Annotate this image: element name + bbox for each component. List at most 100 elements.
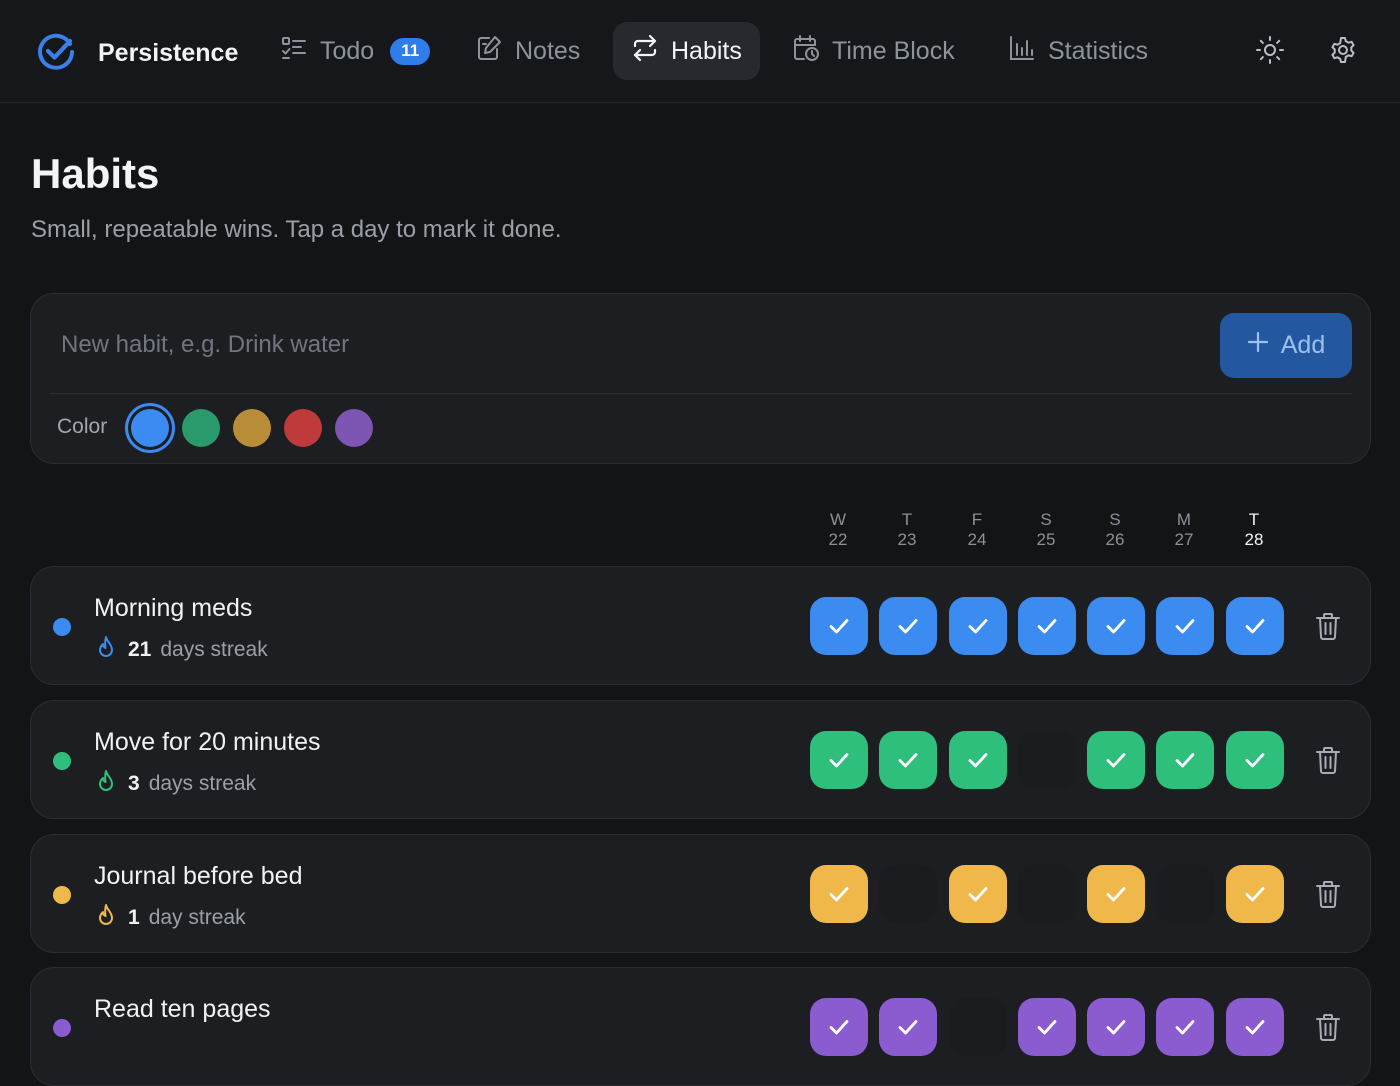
day-column-header: F 24 [948, 510, 1006, 550]
day-checkbox-done[interactable] [810, 865, 868, 923]
nav-statistics[interactable]: Statistics [990, 22, 1166, 80]
add-habit-label: Add [1280, 331, 1326, 359]
delete-habit-button[interactable] [1312, 878, 1344, 910]
day-date: 23 [897, 530, 917, 549]
day-checkbox-done[interactable] [1156, 731, 1214, 789]
day-checkbox-done[interactable] [1087, 597, 1145, 655]
day-checkbox-done[interactable] [879, 731, 937, 789]
day-date: 26 [1105, 530, 1125, 549]
day-date: 27 [1174, 530, 1194, 549]
day-checkbox-empty[interactable] [1156, 865, 1214, 923]
card-divider [49, 393, 1352, 394]
day-checkbox-done[interactable] [1156, 597, 1214, 655]
trash-icon [1314, 879, 1342, 909]
sun-icon [1255, 35, 1285, 70]
nav-habits[interactable]: Habits [613, 22, 760, 80]
day-letter: S [1109, 510, 1121, 529]
day-column-header: T 28 [1225, 510, 1283, 550]
day-checkbox-done[interactable] [810, 731, 868, 789]
check-icon [1103, 613, 1129, 639]
streak-count: 3 [128, 772, 140, 795]
habit-color-dot [53, 618, 71, 636]
nav-todo-label: Todo [320, 36, 375, 65]
habit-name[interactable]: Read ten pages [94, 995, 271, 1024]
flame-icon [95, 635, 117, 665]
check-circle-logo-icon [36, 31, 76, 76]
color-label: Color [57, 415, 108, 438]
check-icon [965, 613, 991, 639]
nav-statistics-label: Statistics [1048, 36, 1149, 65]
day-checkbox-done[interactable] [1087, 865, 1145, 923]
theme-toggle-button[interactable] [1250, 32, 1290, 72]
check-icon [826, 881, 852, 907]
day-column-header: W 22 [809, 510, 867, 550]
list-checks-icon [280, 34, 308, 69]
nav-time-block[interactable]: Time Block [774, 22, 973, 80]
day-letter: S [1040, 510, 1052, 529]
habit-streak: 21 days streak [95, 635, 268, 665]
day-checkbox-empty[interactable] [1018, 865, 1076, 923]
habit-row: Read ten pages [30, 967, 1371, 1086]
habit-name[interactable]: Journal before bed [94, 862, 302, 891]
add-habit-button[interactable]: Add [1220, 313, 1352, 378]
delete-habit-button[interactable] [1312, 610, 1344, 642]
delete-habit-button[interactable] [1312, 744, 1344, 776]
color-swatch-5[interactable] [335, 409, 373, 447]
todo-count-badge: 11 [390, 37, 431, 65]
page-subtitle: Small, repeatable wins. Tap a day to mar… [31, 216, 562, 243]
color-swatch-2[interactable] [182, 409, 220, 447]
delete-habit-button[interactable] [1312, 1011, 1344, 1043]
day-column-header: M 27 [1155, 510, 1213, 550]
habit-name[interactable]: Morning meds [94, 594, 252, 623]
top-nav-bar: Persistence Todo 11 Notes Habits Time Bl… [0, 0, 1400, 103]
day-letter: T [901, 510, 913, 529]
day-column-header: T 23 [878, 510, 936, 550]
day-checkbox-done[interactable] [949, 731, 1007, 789]
streak-label: day streak [148, 906, 246, 929]
nav-habits-label: Habits [671, 36, 742, 65]
day-column-header: S 26 [1086, 510, 1144, 550]
color-swatch-4[interactable] [284, 409, 322, 447]
repeat-arrows-icon [631, 34, 659, 69]
day-checkbox-done[interactable] [949, 865, 1007, 923]
day-checkbox-done[interactable] [1226, 731, 1284, 789]
day-checkbox-empty[interactable] [879, 865, 937, 923]
nav-todo[interactable]: Todo 11 [262, 22, 448, 80]
check-icon [1034, 1014, 1060, 1040]
check-icon [895, 613, 921, 639]
day-checkbox-done[interactable] [1226, 597, 1284, 655]
day-checkbox-done[interactable] [1226, 865, 1284, 923]
day-letter: F [971, 510, 983, 529]
gear-icon [1328, 35, 1358, 70]
new-habit-input[interactable] [61, 316, 1211, 374]
trash-icon [1314, 1012, 1342, 1042]
day-checkbox-done[interactable] [810, 597, 868, 655]
check-icon [1242, 747, 1268, 773]
check-icon [826, 1014, 852, 1040]
check-icon [1172, 1014, 1198, 1040]
day-letter: M [1176, 510, 1192, 529]
nav-notes[interactable]: Notes [457, 22, 598, 80]
day-checkbox-done[interactable] [879, 597, 937, 655]
day-date: 28 [1244, 530, 1264, 549]
color-swatch-1[interactable] [131, 409, 169, 447]
color-swatch-3[interactable] [233, 409, 271, 447]
check-icon [1242, 613, 1268, 639]
check-icon [1172, 613, 1198, 639]
habit-row: Move for 20 minutes 3 days streak [30, 700, 1371, 819]
habit-row: Morning meds 21 days streak [30, 566, 1371, 685]
settings-button[interactable] [1323, 32, 1363, 72]
brand[interactable]: Persistence [36, 31, 238, 76]
check-icon [965, 881, 991, 907]
edit-note-icon [475, 34, 503, 69]
day-letter: W [829, 510, 847, 529]
streak-label: days streak [148, 772, 257, 795]
day-checkbox-done[interactable] [949, 597, 1007, 655]
habit-streak: 3 days streak [95, 769, 256, 799]
habit-name[interactable]: Move for 20 minutes [94, 728, 321, 757]
day-checkbox-done[interactable] [1018, 597, 1076, 655]
day-checkbox-empty[interactable] [1018, 731, 1076, 789]
new-habit-card: Add Color [30, 293, 1371, 464]
day-checkbox-done[interactable] [1087, 731, 1145, 789]
calendar-clock-icon [792, 34, 820, 69]
